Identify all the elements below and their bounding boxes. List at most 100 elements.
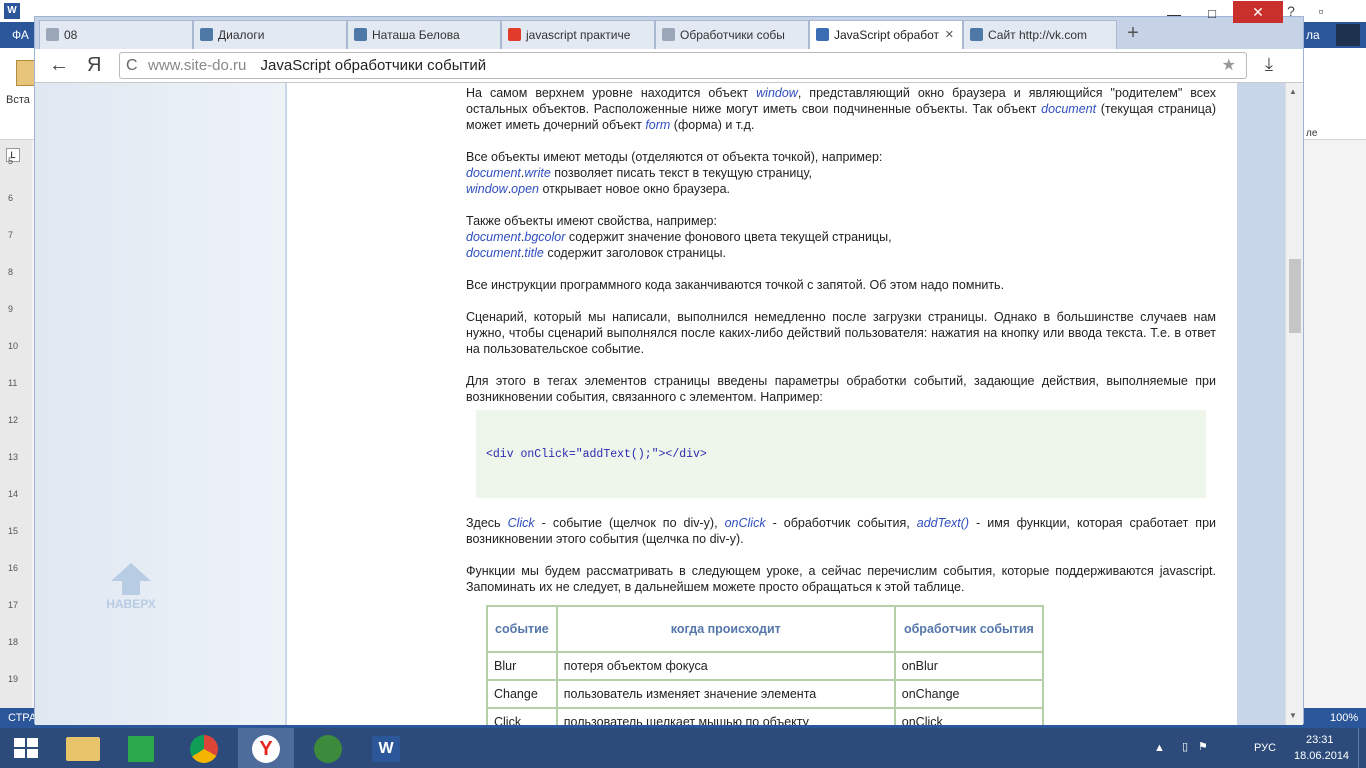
word-user-avatar[interactable] [1336,24,1360,46]
ruler-number: 19 [8,674,19,684]
tab-label: JavaScript обработ [834,28,940,42]
web-page: На самом верхнем уровне находится объект… [35,83,1285,725]
explorer-taskbar-icon[interactable] [56,728,112,768]
paragraph-methods: Все объекты имеют методы (отделяются от … [466,150,883,196]
language-indicator[interactable]: РУС [1254,742,1276,754]
scrollbar-thumb[interactable] [1289,259,1301,333]
zoom-level[interactable]: 100% [1330,712,1358,724]
word-user-name: ла [1306,28,1320,42]
ruler-number: 9 [8,304,14,314]
paragraph-scenario: Сценарий, который мы написали, выполнилс… [466,310,1216,356]
clock-date[interactable]: 18.06.2014 [1294,750,1349,762]
reload-icon[interactable]: C [126,53,138,78]
up-label: НАВЕРХ [106,597,156,611]
new-tab-button[interactable]: + [1123,23,1143,43]
paragraph-functions: Функции мы будем рассматривать в следующ… [466,564,1216,594]
word-app-icon: W [4,3,20,19]
flag-icon[interactable]: ⚑ [1198,740,1208,753]
table-body: Blur потеря объектом фокуса onBlur Change по… [486,651,1045,725]
maximize-button[interactable]: □ [1195,3,1229,27]
url-title: JavaScript обработчики событий [260,57,487,74]
bookmark-star-icon[interactable]: ★ [1222,53,1236,78]
table-cell: потеря объектом фокуса [555,651,896,681]
tab-favicon-icon [46,28,59,41]
ruler-number: 15 [8,526,19,536]
up-arrow-stem [122,581,140,595]
ruler-number: 17 [8,600,19,610]
table-header-row: событие когда происходит обработчик событи… [486,605,1045,653]
browser-tab[interactable]: Сайт http://vk.com [963,20,1117,49]
tab-favicon-icon [816,28,829,41]
page-left-gutter [35,83,285,725]
paragraph-semicolon: Все инструкции программного кода заканчи… [466,278,1005,292]
tray-chevron-icon[interactable]: ▲ [1154,742,1165,754]
table-row: Change пользователь изменяет значение эле… [486,679,1045,709]
tab-favicon-icon [970,28,983,41]
start-button[interactable] [0,728,56,768]
back-to-top-button[interactable]: НАВЕРХ [101,563,161,623]
browser-tab[interactable]: JavaScript обработ ✕ [809,20,963,49]
ruler-number: 5 [8,156,14,166]
ruler-number: 10 [8,341,19,351]
table-cell: onBlur [893,651,1045,681]
browser-tab[interactable]: javascript практиче [501,20,655,49]
url-field[interactable]: C www.site-do.ru JavaScript обработчики … [119,52,1247,79]
tab-label: Обработчики собы [680,28,785,42]
ruler-number: 6 [8,193,14,203]
meter-taskbar-icon[interactable] [300,728,356,768]
paste-button-label[interactable]: Вста [6,94,30,106]
scroll-down-arrow-icon[interactable]: ▼ [1289,711,1297,720]
word-taskbar-icon[interactable]: W [358,728,414,768]
ruler-number: 12 [8,415,19,425]
yandex-logo[interactable]: Я [87,54,101,77]
word-restore-button[interactable]: ▫ [1306,0,1336,22]
scroll-up-arrow-icon[interactable]: ▲ [1289,87,1297,96]
browser-tab[interactable]: 08 [39,20,193,49]
ruler-number: 11 [8,378,18,388]
table-header-cell: событие [486,605,558,653]
clock-time[interactable]: 23:31 [1306,734,1334,746]
battery-icon[interactable]: ▯ [1182,740,1188,753]
word-status-page[interactable]: СТРА [8,712,36,724]
yandex-taskbar-icon[interactable]: Y [238,728,294,768]
tab-favicon-icon [354,28,367,41]
table-header-cell: когда происходит [555,605,896,653]
url-domain: www.site-do.ru [148,57,247,74]
tab-label: Наташа Белова [372,28,460,42]
paste-icon[interactable] [16,60,36,86]
table-cell: onChange [893,679,1045,709]
browser-tab[interactable]: Обработчики собы [655,20,809,49]
tab-favicon-icon [200,28,213,41]
article-content: На самом верхнем уровне находится объект… [287,83,1237,725]
show-desktop-button[interactable] [1358,728,1366,768]
paragraph-objects: На самом верхнем уровне находится объект… [466,86,1216,132]
vertical-ruler: L 56789101112131415161718192021 [0,140,32,758]
word-file-tab[interactable]: ФА [12,28,29,42]
code-example: <div onClick="addText();"></div> [476,410,1206,498]
paragraph-click-explain: Здесь Click - событие (щелчок по div-у),… [466,516,1216,546]
browser-tab[interactable]: Наташа Белова [347,20,501,49]
page-scrollbar[interactable]: ▲ ▼ [1285,83,1303,725]
table-cell: Change [486,679,558,709]
table-cell: пользователь щелкает мышью по объекту [555,707,896,725]
downloads-icon[interactable]: ⤓ [1265,54,1273,75]
table-row: Blur потеря объектом фокуса onBlur [486,651,1045,681]
taskbar: Y W ▲ ▯ ⚑ РУС 23:31 18.06.2014 [0,728,1366,768]
tab-close-icon[interactable]: ✕ [945,21,954,49]
browser-tab[interactable]: Диалоги [193,20,347,49]
table-cell: Blur [486,651,558,681]
table-cell: пользователь изменяет значение элемента [555,679,896,709]
table-header-cell: обработчик события [893,605,1045,653]
ruler-number: 14 [8,489,19,499]
minimize-button[interactable]: — [1157,3,1191,27]
browser-window: 08 Диалоги Наташа Белова javascript практич… [34,1,1304,725]
close-button[interactable]: ✕ [1233,1,1283,23]
table-row: Click пользователь щелкает мышью по объек… [486,707,1045,725]
store-taskbar-icon[interactable] [114,728,170,768]
back-arrow-icon[interactable]: ← [49,54,69,77]
up-arrow-icon [111,563,151,581]
chrome-taskbar-icon[interactable] [176,728,232,768]
tab-favicon-icon [508,28,521,41]
table-cell: Click [486,707,558,725]
tab-label: 08 [64,28,78,42]
